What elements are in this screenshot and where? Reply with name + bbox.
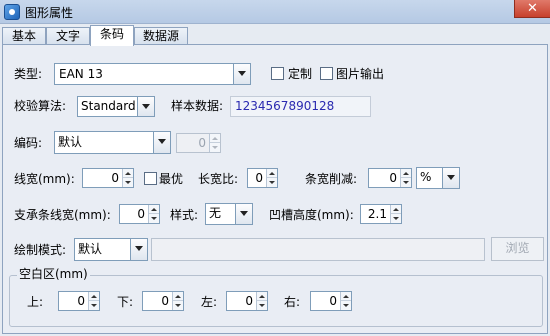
quiet-zone-top-label: 上:: [27, 295, 44, 309]
type-select[interactable]: EAN 13: [54, 63, 251, 85]
bar-reduction-value: 0: [389, 171, 397, 185]
title-bar: 图形属性 ✕: [0, 0, 550, 24]
quiet-zone-title: 空白区(mm): [17, 267, 90, 281]
quiet-zone-left-spinner[interactable]: 0: [226, 291, 268, 311]
image-output-label: 图片输出: [336, 67, 385, 81]
draw-mode-path-field: [151, 238, 485, 261]
spinner-arrows-icon[interactable]: [400, 169, 411, 187]
line-width-label: 线宽(mm):: [14, 172, 75, 186]
chevron-down-icon: [130, 239, 147, 260]
quiet-zone-right-spinner[interactable]: 0: [310, 291, 352, 311]
tab-basic[interactable]: 基本: [2, 27, 46, 45]
quiet-zone-right-value: 0: [329, 294, 337, 308]
style-value: 无: [209, 206, 222, 220]
aspect-ratio-value: 0: [255, 171, 263, 185]
bar-reduction-label: 条宽削减:: [305, 172, 358, 186]
chevron-down-icon: [137, 97, 154, 116]
bar-reduction-unit: %: [420, 170, 432, 184]
image-output-checkbox[interactable]: [320, 67, 333, 80]
spinner-arrows-icon: [209, 134, 220, 152]
browse-button: 浏览: [491, 237, 544, 261]
tab-data-source[interactable]: 数据源: [134, 27, 188, 45]
quiet-zone-bottom-value: 0: [161, 294, 169, 308]
chevron-down-icon: [233, 64, 250, 84]
style-label: 样式:: [170, 208, 199, 222]
support-bar-label: 支承条线宽(mm):: [14, 208, 111, 222]
spinner-arrows-icon[interactable]: [148, 205, 159, 223]
quiet-zone-right-label: 右:: [284, 295, 301, 309]
tab-text[interactable]: 文字: [46, 27, 90, 45]
quiet-zone-bottom-label: 下:: [117, 295, 134, 309]
line-width-spinner[interactable]: 0: [82, 168, 134, 188]
encoding-label: 编码:: [14, 136, 43, 150]
close-button[interactable]: ✕: [514, 0, 550, 18]
window-title: 图形属性: [25, 6, 74, 20]
app-icon: [4, 4, 20, 20]
checksum-value: Standard: [81, 99, 136, 113]
type-label: 类型:: [14, 67, 43, 81]
barcode-panel: 类型: EAN 13 定制 图片输出 校验算法: Standard 样本数据: …: [2, 44, 548, 334]
spinner-arrows-icon[interactable]: [266, 169, 277, 187]
aspect-ratio-spinner[interactable]: 0: [247, 168, 278, 188]
notch-height-spinner[interactable]: 2.1: [360, 204, 402, 224]
spinner-arrows-icon[interactable]: [88, 292, 99, 310]
encoding-value: 默认: [58, 135, 83, 149]
custom-checkbox[interactable]: [271, 67, 284, 80]
chevron-down-icon: [153, 132, 170, 153]
tab-barcode[interactable]: 条码: [90, 25, 134, 46]
tab-strip: 基本 文字 条码 数据源: [2, 25, 548, 46]
chevron-down-icon: [235, 204, 252, 224]
encoding-select[interactable]: 默认: [54, 131, 171, 154]
bar-reduction-spinner[interactable]: 0: [368, 168, 412, 188]
quiet-zone-left-value: 0: [245, 294, 253, 308]
chevron-down-icon: [442, 168, 459, 188]
draw-mode-value: 默认: [78, 242, 103, 256]
type-value: EAN 13: [59, 67, 103, 81]
style-select[interactable]: 无: [205, 203, 253, 225]
spinner-arrows-icon[interactable]: [256, 292, 267, 310]
optimal-checkbox[interactable]: [144, 172, 157, 185]
custom-label: 定制: [288, 67, 313, 81]
line-width-value: 0: [111, 171, 119, 185]
notch-height-label: 凹槽高度(mm):: [269, 208, 354, 222]
spinner-arrows-icon[interactable]: [340, 292, 351, 310]
spinner-arrows-icon[interactable]: [172, 292, 183, 310]
spinner-arrows-icon[interactable]: [122, 169, 133, 187]
quiet-zone-bottom-spinner[interactable]: 0: [142, 291, 184, 311]
aspect-ratio-label: 长宽比:: [198, 172, 239, 186]
support-bar-spinner[interactable]: 0: [119, 204, 160, 224]
bar-reduction-unit-select[interactable]: %: [416, 167, 460, 189]
spinner-arrows-icon[interactable]: [390, 205, 401, 223]
optimal-label: 最优: [159, 172, 184, 186]
quiet-zone-top-spinner[interactable]: 0: [58, 291, 100, 311]
sample-data-value: 1234567890128: [230, 96, 371, 117]
support-bar-value: 0: [137, 207, 145, 221]
encoding-extra-spinner: 0: [176, 133, 221, 153]
notch-height-value: 2.1: [367, 207, 387, 221]
checksum-label: 校验算法:: [14, 99, 67, 113]
encoding-extra-value: 0: [198, 136, 206, 150]
draw-mode-label: 绘制模式:: [14, 243, 67, 257]
quiet-zone-top-value: 0: [77, 294, 85, 308]
checksum-select[interactable]: Standard: [77, 96, 155, 117]
quiet-zone-left-label: 左:: [201, 295, 218, 309]
draw-mode-select[interactable]: 默认: [74, 238, 148, 261]
sample-data-label: 样本数据:: [171, 99, 224, 113]
